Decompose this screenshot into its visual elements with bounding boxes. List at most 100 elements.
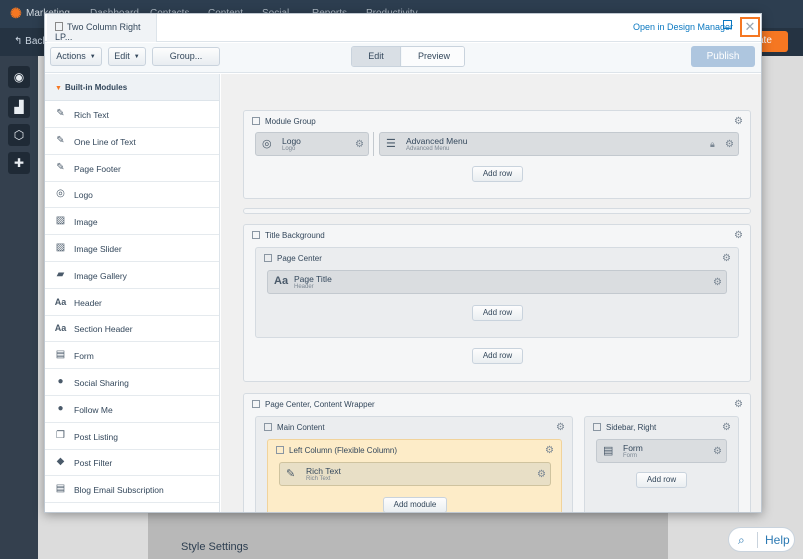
sidebar-module-item[interactable]: ▨ Image Slider	[45, 235, 219, 262]
back-link[interactable]: ↰ Back	[14, 36, 47, 47]
group-title-text: Title Background	[265, 231, 325, 240]
group-button[interactable]: Group...	[152, 47, 220, 66]
module-subtitle: Header	[294, 284, 314, 290]
sidebar-module-label: Social Sharing	[74, 378, 129, 388]
sidebar-module-item[interactable]: ● Follow Me	[45, 396, 219, 423]
publish-button[interactable]: Publish	[691, 46, 755, 67]
edit-dropdown[interactable]: Edit ▼	[108, 47, 146, 66]
gear-icon[interactable]: ⚙	[355, 139, 364, 150]
preview-mode-button[interactable]: Preview	[402, 47, 464, 66]
help-label: Help	[765, 533, 790, 547]
globe-icon: ◎	[56, 188, 65, 200]
edit-mode-button[interactable]: Edit	[352, 47, 401, 66]
chart-icon[interactable]: ▟	[8, 96, 30, 118]
add-row-button[interactable]: Add row	[472, 166, 523, 182]
sidebar-module-item[interactable]: ✎ One Line of Text	[45, 128, 219, 155]
modal-header: Two Column Right LP... Open in Design Ma…	[45, 14, 761, 42]
sidebar-module-item[interactable]: ❐ Post Listing	[45, 423, 219, 450]
edit-icon: ✎	[56, 108, 65, 119]
add-row-button[interactable]: Add row	[472, 348, 523, 364]
sidebar-module-item[interactable]: ● Social Sharing	[45, 369, 219, 396]
cube-icon[interactable]: ⬡	[8, 124, 30, 146]
module-form[interactable]: ▤ Form Form ⚙	[596, 439, 727, 463]
group-title: Main Content	[264, 423, 325, 432]
gear-icon[interactable]: ⚙	[537, 469, 546, 480]
divider	[757, 532, 758, 548]
add-row-button[interactable]: Add row	[636, 472, 687, 488]
gear-icon[interactable]: ⚙	[722, 253, 731, 264]
main-content-group[interactable]: Main Content ⚙ Left Column (Flexible Col…	[255, 416, 573, 512]
group-title: Left Column (Flexible Column)	[276, 446, 397, 455]
list-icon: ❐	[56, 429, 65, 441]
sidebar-module-label: One Line of Text	[74, 136, 136, 147]
sidebar-module-item[interactable]: ▤ Form	[45, 342, 219, 370]
sidebar-module-item[interactable]: Aa Header	[45, 289, 219, 316]
module-group[interactable]: Module Group ⚙ ◎ Logo Logo ⚙ ☰ Advanced …	[243, 110, 751, 199]
group-title-text: Sidebar, Right	[606, 423, 657, 432]
gear-icon[interactable]: ⚙	[713, 277, 722, 288]
text-aa-icon: Aa	[54, 323, 67, 334]
sidebar-module-item[interactable]: ▰ Image Gallery	[45, 262, 219, 289]
sidebar-module-item[interactable]: ◆ Post Filter	[45, 449, 219, 477]
help-button[interactable]: ⌕ Help	[728, 527, 795, 552]
template-editor-modal: Two Column Right LP... Open in Design Ma…	[44, 13, 762, 513]
sidebar-module-item[interactable]: ▨ Image	[45, 208, 219, 236]
column-divider	[373, 132, 374, 156]
sidebar-module-label: Rich Text	[74, 110, 109, 120]
content-wrapper-group[interactable]: Page Center, Content Wrapper ⚙ Main Cont…	[243, 393, 751, 512]
sidebar-module-label: Post Listing	[74, 431, 118, 442]
group-title: Page Center, Content Wrapper	[252, 400, 375, 409]
group-title-text: Page Center	[277, 254, 322, 263]
add-row-button[interactable]: Add row	[472, 305, 523, 321]
edit-icon: ✎	[286, 468, 296, 480]
hubspot-logo-icon[interactable]: ✺	[10, 5, 22, 22]
sidebar-module-label: Follow Me	[74, 404, 113, 415]
gear-icon[interactable]: ⚙	[545, 445, 554, 456]
gear-icon[interactable]: ⚙	[713, 446, 722, 457]
actions-dropdown[interactable]: Actions ▼	[50, 47, 102, 66]
group-title-text: Main Content	[277, 423, 325, 432]
folder-icon: ▰	[56, 268, 65, 280]
tag-icon: ◆	[56, 456, 65, 468]
gear-icon[interactable]: ⚙	[734, 230, 743, 241]
sidebar-module-label: Section Header	[74, 324, 133, 335]
built-in-modules-header[interactable]: ▼ Built-in Modules	[45, 74, 219, 101]
add-module-button[interactable]: Add module	[383, 497, 447, 512]
template-tab[interactable]: Two Column Right LP...	[47, 14, 157, 42]
external-link-icon[interactable]	[723, 20, 732, 29]
sidebar-module-item[interactable]: ◎ Logo	[45, 181, 219, 209]
gear-icon[interactable]: ⚙	[556, 422, 565, 433]
module-rich-text[interactable]: ✎ Rich Text Rich Text ⚙	[279, 462, 551, 486]
gear-icon[interactable]: ⚙	[725, 139, 734, 150]
gear-icon[interactable]: ⚙	[734, 399, 743, 410]
sidebar-module-label: Post Filter	[74, 458, 113, 469]
sidebar-module-item[interactable]: Aa Section Header	[45, 315, 219, 343]
gear-icon[interactable]: ⚙	[734, 116, 743, 127]
module-logo[interactable]: ◎ Logo Logo ⚙	[255, 132, 369, 156]
edit-icon: ✎	[56, 134, 65, 146]
group-title: Title Background	[252, 231, 325, 240]
sidebar-module-label: Page Footer	[74, 163, 121, 174]
form-icon: ▤	[603, 445, 614, 457]
sidebar-module-label: Logo	[74, 190, 93, 201]
cube-icon	[276, 446, 284, 454]
module-subtitle: Advanced Menu	[406, 146, 450, 152]
sidebar-module-item[interactable]: ✎ Page Footer	[45, 155, 219, 182]
sidebar-right-group[interactable]: Sidebar, Right ⚙ ▤ Form Form ⚙ Add row	[584, 416, 739, 512]
close-button[interactable]: ✕	[740, 17, 760, 37]
module-advanced-menu[interactable]: ☰ Advanced Menu Advanced Menu 🔒︎ ⚙	[379, 132, 739, 156]
title-background-group[interactable]: Title Background ⚙ Page Center ⚙ Aa Page…	[243, 224, 751, 382]
sidebar-module-item[interactable]: ▤ Blog Email Subscription	[45, 476, 219, 504]
left-column-group[interactable]: Left Column (Flexible Column) ⚙ ✎ Rich T…	[267, 439, 562, 512]
page-center-group[interactable]: Page Center ⚙ Aa Page Title Header ⚙ Add…	[255, 247, 739, 338]
open-in-design-manager-link[interactable]: Open in Design Manager	[633, 22, 733, 32]
plus-icon[interactable]: ✚	[8, 152, 30, 174]
sidebar-module-item[interactable]: ✎ Rich Text	[45, 101, 219, 128]
layout-canvas: Module Group ⚙ ◎ Logo Logo ⚙ ☰ Advanced …	[221, 74, 761, 512]
eye-icon[interactable]: ◉	[8, 66, 30, 88]
module-page-title[interactable]: Aa Page Title Header ⚙	[267, 270, 727, 294]
form-icon: ▤	[55, 483, 66, 495]
gear-icon[interactable]: ⚙	[722, 422, 731, 433]
left-tool-rail: ◉ ▟ ⬡ ✚	[0, 56, 38, 559]
style-settings-label[interactable]: Style Settings	[181, 541, 248, 553]
